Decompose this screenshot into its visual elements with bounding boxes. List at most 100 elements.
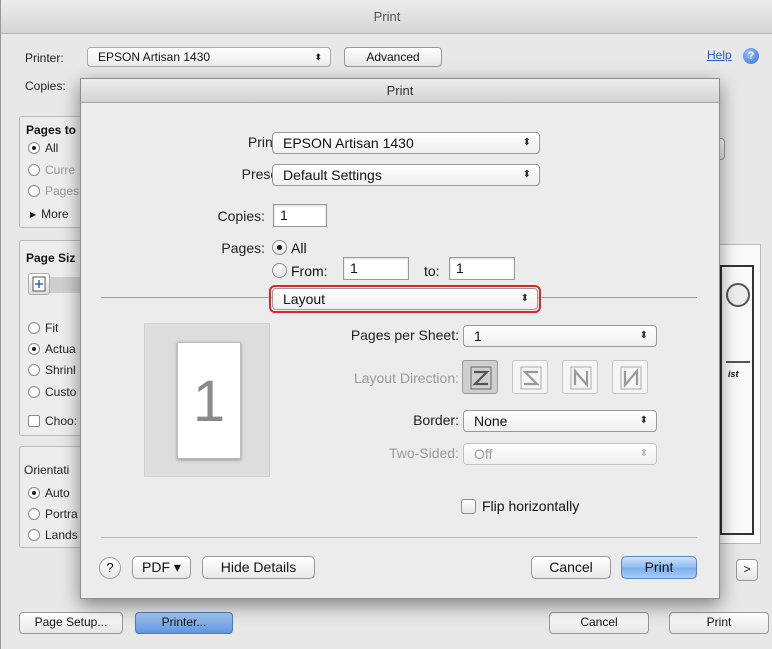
pages-range-label: Pages [45,184,80,198]
orientation-auto-radio[interactable]: Auto [28,486,70,500]
two-sided-popup[interactable]: Off ⬍ [463,443,657,465]
direction-n-icon [570,366,592,390]
custom-radio[interactable]: Custo [28,385,76,399]
chevron-updown-icon: ⬍ [522,169,531,180]
back-cancel-button[interactable]: Cancel [549,612,649,634]
pages-range-radio[interactable]: Pages [28,184,79,198]
checkbox-icon [28,415,40,427]
orientation-title: Orientati [24,463,70,477]
copies-field[interactable]: 1 [273,204,327,227]
page-preview: 1 [144,323,270,477]
pages-per-sheet-popup[interactable]: 1 ⬍ [463,325,657,347]
radio-icon [28,164,40,176]
hide-details-button[interactable]: Hide Details [202,556,315,579]
pages-group-title: Pages to [26,123,77,137]
direction-reverse-n-icon [620,366,642,390]
pages-all-radio[interactable] [272,240,287,255]
layout-direction-n-button[interactable] [562,360,598,394]
border-popup[interactable]: None ⬍ [463,410,657,432]
pages-all-label: All [45,141,59,155]
copies-label: Copies: [217,208,265,224]
choose-paper-label: Choo: [45,414,78,428]
orientation-landscape-radio[interactable]: Lands [28,528,78,542]
back-printer-button[interactable]: Printer... [135,612,233,634]
print-dialog: Print Printer: EPSON Artisan 1430 ⬍ Pres… [80,78,720,599]
shrink-radio[interactable]: Shrinl [28,363,76,377]
pages-from-radio[interactable] [272,263,287,278]
pages-to-label: to: [424,263,440,279]
chevron-updown-icon: ⬍ [520,293,529,304]
back-preview-page: ist [713,244,761,544]
preview-line [726,361,750,363]
layout-direction-z-button[interactable] [462,360,498,394]
seal-icon [726,283,750,307]
pages-all-label: All [291,240,307,256]
pages-from-field[interactable]: 1 [343,257,409,280]
back-printer-value: EPSON Artisan 1430 [98,50,211,64]
radio-icon [28,508,40,520]
orientation-portrait-label: Portra [45,507,78,521]
help-link[interactable]: Help [707,48,732,62]
help-button[interactable]: ? [99,557,121,579]
layout-direction-s-button[interactable] [512,360,548,394]
fit-label: Fit [45,321,59,335]
back-printer-select[interactable]: EPSON Artisan 1430 ⬍ [87,47,331,67]
dialog-title: Print [81,79,719,103]
more-options-disclosure[interactable]: ▶ More [30,207,69,221]
print-button[interactable]: Print [621,556,697,579]
choose-paper-checkbox[interactable]: Choo: [28,414,77,428]
chevron-updown-icon: ⬍ [639,415,648,426]
back-next-page-button[interactable]: > [736,559,758,581]
orientation-portrait-radio[interactable]: Portra [28,507,78,521]
direction-reverse-z-icon [520,366,542,390]
presets-popup[interactable]: Default Settings ⬍ [272,164,540,186]
layout-direction-reverse-n-button[interactable] [612,360,648,394]
actual-size-radio[interactable]: Actua [28,342,76,356]
radio-selected-icon [28,142,40,154]
page-size-title: Page Siz [26,251,76,265]
layout-direction-label: Layout Direction: [353,370,459,386]
chevron-updown-icon: ⬍ [639,448,648,459]
section-popup[interactable]: Layout ⬍ [272,288,538,310]
disclosure-triangle-icon: ▶ [30,209,37,219]
pages-current-radio[interactable]: Curre [28,163,75,177]
page-setup-button[interactable]: Page Setup... [19,612,123,634]
back-copies-label: Copies: [25,79,66,93]
pages-all-radio[interactable]: All [28,141,58,155]
radio-icon [28,529,40,541]
radio-icon [28,322,40,334]
shrink-label: Shrinl [45,363,76,377]
pdf-button[interactable]: PDF ▾ [132,556,191,579]
printer-popup[interactable]: EPSON Artisan 1430 ⬍ [272,132,540,154]
pages-to-field[interactable]: 1 [449,257,515,280]
chevron-updown-icon: ⬍ [314,52,322,62]
chevron-updown-icon: ⬍ [639,330,648,341]
cancel-button[interactable]: Cancel [531,556,611,579]
more-options-label: More [41,207,69,221]
border-label: Border: [413,412,459,428]
pages-per-sheet-value: 1 [474,328,482,344]
custom-label: Custo [45,385,77,399]
fit-radio[interactable]: Fit [28,321,58,335]
back-printer-label: Printer: [25,51,64,65]
pages-label: Pages: [221,240,265,256]
pages-current-label: Curre [45,163,76,177]
advanced-button[interactable]: Advanced [344,47,442,67]
two-sided-value: Off [474,446,493,462]
flip-horizontally-label: Flip horizontally [482,498,580,514]
pages-per-sheet-label: Pages per Sheet: [350,327,459,343]
page-size-icon[interactable] [28,273,50,295]
help-icon[interactable]: ? [743,48,759,64]
printer-value: EPSON Artisan 1430 [283,135,414,151]
chevron-updown-icon: ⬍ [522,137,531,148]
flip-horizontally-checkbox[interactable] [461,499,476,514]
back-print-button[interactable]: Print [669,612,769,634]
back-window-title: Print [1,0,772,34]
direction-z-icon [470,366,492,390]
actual-size-label: Actua [45,342,76,356]
pages-from-label: From: [291,263,328,279]
section-value: Layout [283,291,326,307]
radio-selected-icon [28,487,40,499]
orientation-landscape-label: Lands [45,528,78,542]
orientation-auto-label: Auto [45,486,70,500]
